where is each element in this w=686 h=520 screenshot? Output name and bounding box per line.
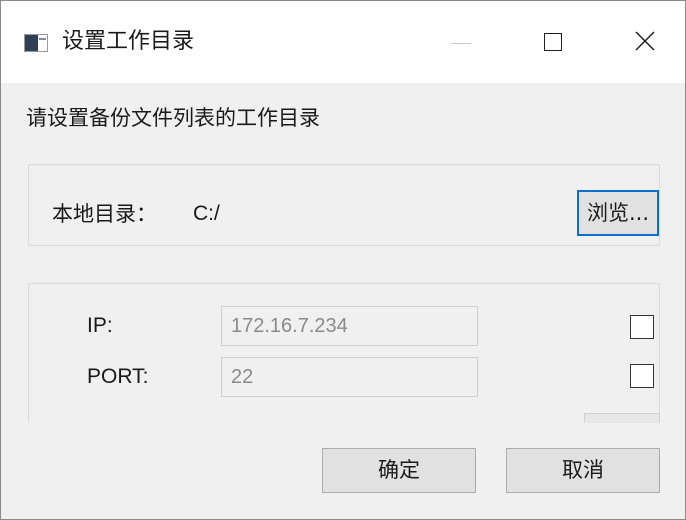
- dialog-window: 设置工作目录 请设置备份文件列表的工作目录 本地目录： C:/ 浏览... IP…: [0, 0, 686, 520]
- local-dir-label: 本地目录：: [52, 202, 157, 226]
- app-window-icon: [24, 34, 48, 52]
- minimize-icon: [451, 43, 471, 44]
- close-button[interactable]: [615, 19, 675, 65]
- window-title: 设置工作目录: [62, 29, 195, 54]
- instruction-text: 请设置备份文件列表的工作目录: [26, 106, 320, 130]
- partially-hidden-button[interactable]: [584, 413, 660, 423]
- maximize-icon: [544, 33, 562, 51]
- ip-label: IP:: [87, 314, 113, 337]
- ip-checkbox[interactable]: [630, 315, 654, 339]
- port-field[interactable]: 22: [221, 357, 478, 397]
- cancel-button[interactable]: 取消: [506, 448, 660, 493]
- port-checkbox[interactable]: [630, 364, 654, 388]
- title-bar: 设置工作目录: [1, 1, 685, 83]
- browse-button[interactable]: 浏览...: [577, 190, 659, 236]
- port-label: PORT:: [87, 365, 149, 388]
- minimize-button[interactable]: [431, 19, 491, 65]
- local-dir-path: C:/: [193, 202, 220, 225]
- maximize-button[interactable]: [523, 19, 583, 65]
- ip-field[interactable]: 172.16.7.234: [221, 306, 478, 346]
- ok-button[interactable]: 确定: [322, 448, 476, 493]
- remote-settings-group: [28, 283, 660, 423]
- close-icon: [635, 31, 655, 51]
